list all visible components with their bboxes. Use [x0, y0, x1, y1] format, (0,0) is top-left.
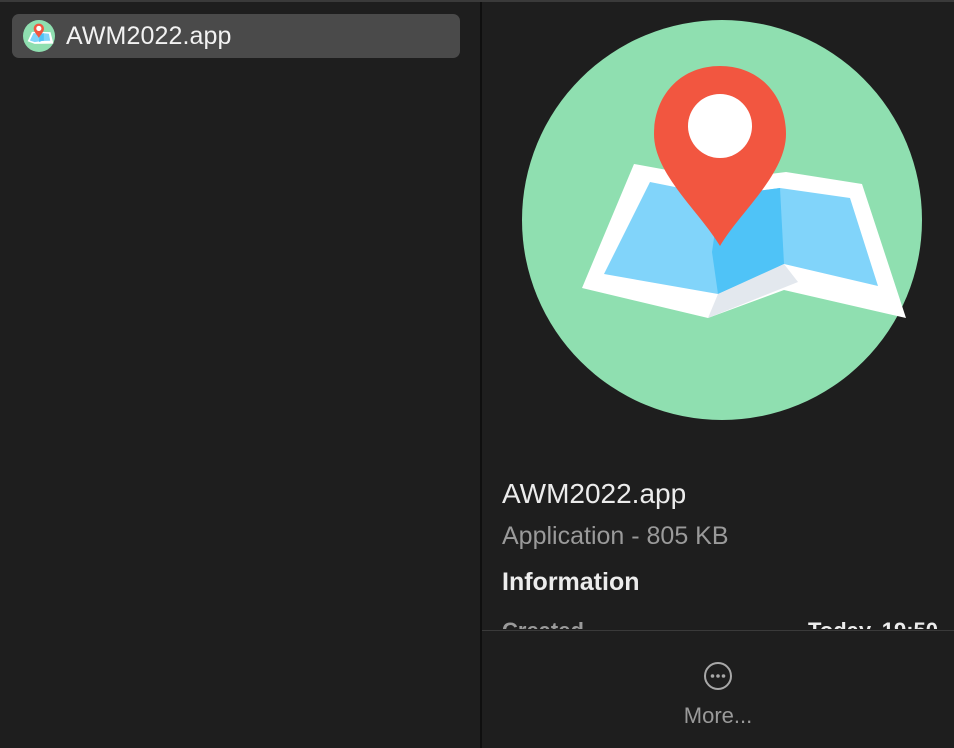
preview-pane: AWM2022.app Application - 805 KB Informa… [482, 2, 954, 748]
info-row-created: Created Today, 19:50 [482, 614, 954, 629]
preview-file-name: AWM2022.app [502, 478, 687, 509]
ellipsis-circle-icon [703, 661, 733, 691]
info-list: Created Today, 19:50 [482, 614, 954, 629]
file-name-label: AWM2022.app [66, 21, 232, 50]
finder-window: AWM2022.app AWM2022.app Application - 80… [0, 0, 954, 748]
file-row-awm2022[interactable]: AWM2022.app [12, 14, 460, 58]
info-key: Created [502, 618, 584, 629]
info-value: Today, 19:50 [808, 618, 938, 629]
information-heading: Information [502, 568, 640, 596]
more-button[interactable]: More... [668, 661, 768, 741]
map-pin-app-icon [23, 20, 55, 52]
more-label: More... [683, 703, 753, 728]
map-pin-app-icon [522, 20, 922, 420]
file-list-pane: AWM2022.app [0, 2, 480, 748]
preview-file-kind-size: Application - 805 KB [502, 522, 729, 550]
preview-actions-bar: More... [482, 630, 954, 748]
